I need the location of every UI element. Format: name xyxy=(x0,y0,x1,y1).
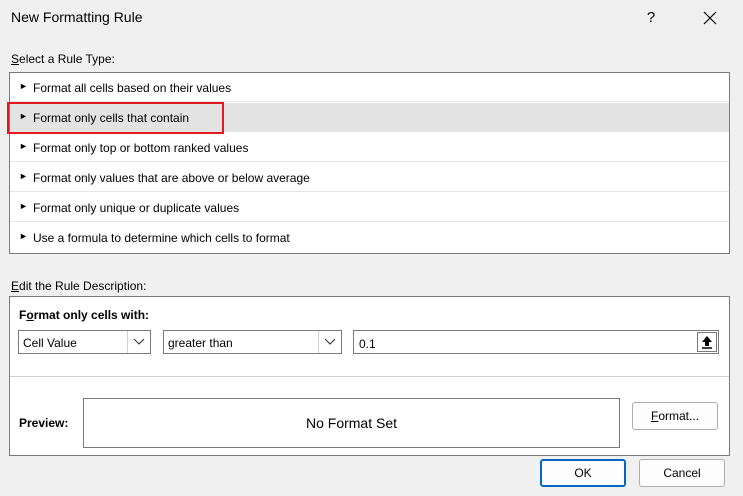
format-only-cells-label: Format only cells with: xyxy=(19,308,149,322)
format-button-label: ormat... xyxy=(658,409,700,423)
format-button[interactable]: Format... xyxy=(632,402,718,430)
close-icon xyxy=(703,11,717,25)
rule-type-label: Select a Rule Type: xyxy=(11,52,115,66)
value-input[interactable]: 0.1 xyxy=(353,330,719,354)
rule-item-label: Format only cells that contain xyxy=(33,111,190,125)
pointer-arrow-icon: ► xyxy=(19,141,28,151)
rule-item-unique-duplicate[interactable]: ► Format only unique or duplicate values xyxy=(10,193,729,222)
rule-item-top-bottom[interactable]: ► Format only top or bottom ranked value… xyxy=(10,133,729,162)
rule-description-text: dit the Rule Description: xyxy=(19,279,147,293)
rule-item-above-below-average[interactable]: ► Format only values that are above or b… xyxy=(10,163,729,192)
value-text: 0.1 xyxy=(359,337,376,351)
cancel-button[interactable]: Cancel xyxy=(639,459,725,487)
pointer-arrow-icon: ► xyxy=(19,171,28,181)
rule-type-label-accel: S xyxy=(11,52,20,66)
dialog-title: New Formatting Rule xyxy=(11,9,143,25)
pointer-arrow-icon: ► xyxy=(19,201,28,211)
help-button[interactable]: ? xyxy=(640,6,662,30)
preview-label: Preview: xyxy=(19,416,69,430)
rule-item-label: Use a formula to determine which cells t… xyxy=(33,231,290,245)
collapse-dialog-button[interactable] xyxy=(697,332,717,352)
rule-item-formula[interactable]: ► Use a formula to determine which cells… xyxy=(10,223,729,252)
rule-item-label: Format only values that are above or bel… xyxy=(33,171,310,185)
rule-type-list[interactable]: ► Format all cells based on their values… xyxy=(9,72,730,254)
upload-arrow-icon xyxy=(702,336,712,349)
title-bar: New Formatting Rule ? xyxy=(0,0,743,36)
dropdown-button[interactable] xyxy=(127,331,150,353)
divider xyxy=(10,376,729,377)
format-label-part: rmat only cells with: xyxy=(33,308,150,322)
rule-item-label: Format all cells based on their values xyxy=(33,81,232,95)
ok-button[interactable]: OK xyxy=(540,459,626,487)
rule-description-accel: E xyxy=(11,279,20,293)
operator-dropdown[interactable]: greater than xyxy=(163,330,342,354)
pointer-arrow-icon: ► xyxy=(19,81,28,91)
pointer-arrow-icon: ► xyxy=(19,231,28,241)
chevron-down-icon xyxy=(133,338,145,345)
rule-description-label: Edit the Rule Description: xyxy=(11,279,146,293)
format-label-accel: o xyxy=(26,308,34,322)
rule-type-label-text: elect a Rule Type: xyxy=(19,52,115,66)
operator-text: greater than xyxy=(168,336,233,350)
rule-item-cells-that-contain[interactable]: ► Format only cells that contain xyxy=(10,103,729,132)
dropdown-button[interactable] xyxy=(318,331,341,353)
chevron-down-icon xyxy=(324,338,336,345)
cell-value-text: Cell Value xyxy=(23,336,77,350)
rule-item-label: Format only unique or duplicate values xyxy=(33,201,240,215)
pointer-arrow-icon: ► xyxy=(19,111,28,121)
preview-box: No Format Set xyxy=(83,398,620,448)
rule-item-all-cells[interactable]: ► Format all cells based on their values xyxy=(10,73,729,102)
rule-description-panel: Format only cells with: Cell Value great… xyxy=(9,296,730,456)
preview-text: No Format Set xyxy=(305,415,398,431)
close-button[interactable] xyxy=(696,6,724,30)
rule-item-label: Format only top or bottom ranked values xyxy=(33,141,249,155)
cell-value-dropdown[interactable]: Cell Value xyxy=(18,330,151,354)
